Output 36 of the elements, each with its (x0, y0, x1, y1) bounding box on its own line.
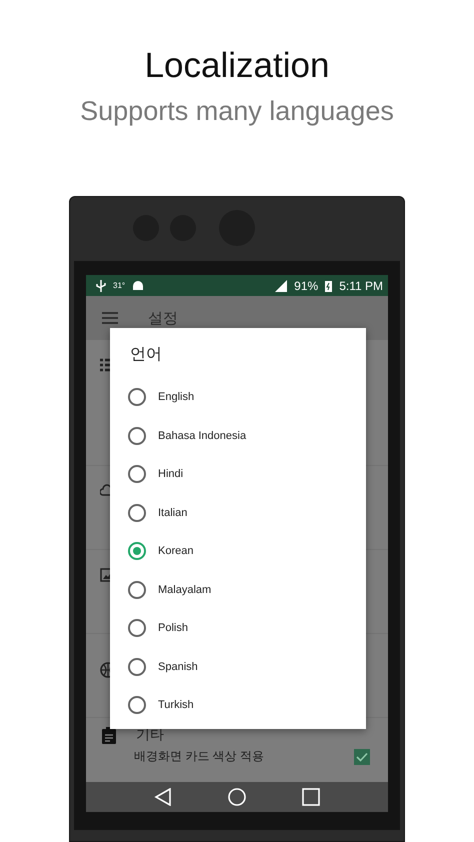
radio-button[interactable] (128, 542, 146, 560)
language-option[interactable]: English (110, 378, 366, 416)
language-option[interactable]: Bahasa Indonesia (110, 416, 366, 455)
language-option[interactable]: Polish (110, 609, 366, 648)
clipboard-icon (102, 726, 116, 744)
dialog-title: 언어 (129, 345, 163, 365)
language-option[interactable]: Turkish (110, 686, 366, 724)
battery-icon (325, 280, 332, 292)
back-icon[interactable] (154, 788, 172, 806)
language-option[interactable]: Spanish (110, 648, 366, 686)
checkbox[interactable] (354, 748, 370, 764)
page-subtitle: Supports many languages (80, 95, 394, 128)
app-bar-title: 설정 (148, 308, 178, 328)
recents-icon[interactable] (302, 788, 320, 806)
radio-button[interactable] (128, 388, 146, 406)
usb-icon (96, 280, 106, 292)
radio-button[interactable] (128, 696, 146, 714)
menu-icon[interactable] (102, 312, 118, 324)
radio-button[interactable] (128, 504, 146, 522)
radio-button[interactable] (128, 580, 146, 599)
page-title: Localization (144, 46, 330, 86)
status-time: 5:11 PM (339, 278, 383, 292)
battery-percent: 91% (294, 278, 318, 292)
language-option[interactable]: Korean (110, 532, 366, 570)
language-option[interactable]: Malayalam (110, 570, 366, 609)
weather-temperature: 31° (113, 281, 126, 290)
setting-label: 배경화면 카드 색상 적용 (134, 748, 264, 765)
radio-button[interactable] (128, 658, 146, 676)
radio-button[interactable] (128, 426, 146, 445)
signal-icon (275, 280, 288, 292)
home-icon[interactable] (228, 788, 246, 806)
language-option[interactable]: Italian (110, 494, 366, 532)
radio-button[interactable] (128, 465, 146, 484)
language-option[interactable]: Hindi (110, 455, 366, 494)
section-title: 기타 (136, 726, 164, 744)
radio-button[interactable] (128, 619, 146, 638)
